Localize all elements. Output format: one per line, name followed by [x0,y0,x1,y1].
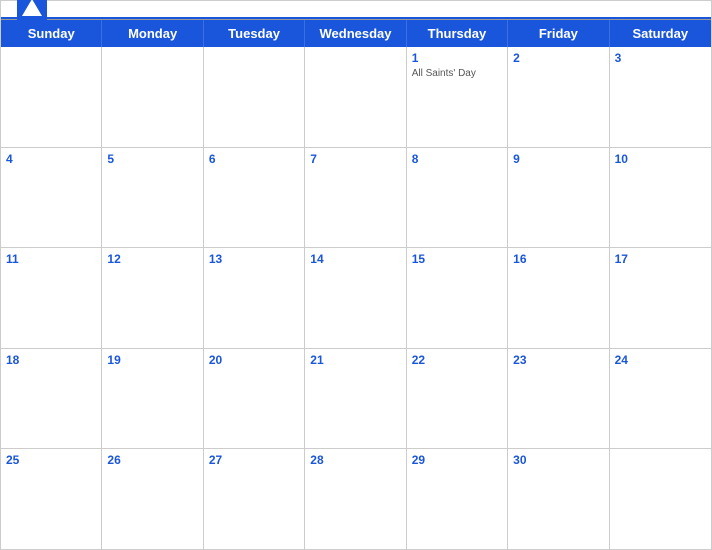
day-number: 27 [209,452,299,469]
day-cell: 12 [102,248,203,348]
day-cell [204,47,305,147]
week-row-1: 1All Saints' Day 23 [1,47,711,148]
day-cell: 26 [102,449,203,549]
day-number: 6 [209,151,299,168]
logo [17,0,50,24]
day-cell: 3 [610,47,711,147]
day-number: 29 [412,452,502,469]
week-row-2: 456789 10 [1,148,711,249]
week-row-5: 25 26 27 28 29 30 [1,449,711,549]
calendar-header [1,1,711,17]
day-cell: 17 [610,248,711,348]
day-cell: 28 [305,449,406,549]
day-number: 28 [310,452,400,469]
day-number: 24 [615,352,706,369]
day-cell [102,47,203,147]
day-number: 11 [6,251,96,268]
day-number: 18 [6,352,96,369]
week-row-4: 18 19 20 21 22 23 24 [1,349,711,450]
day-cell: 11 [1,248,102,348]
day-cell: 25 [1,449,102,549]
day-event: All Saints' Day [412,68,502,79]
day-number: 23 [513,352,603,369]
day-cell: 22 [407,349,508,449]
day-header-sunday: Sunday [1,20,102,47]
day-cell: 5 [102,148,203,248]
day-cell: 21 [305,349,406,449]
day-number: 26 [107,452,197,469]
day-number: 15 [412,251,502,268]
day-cell: 2 [508,47,609,147]
day-cell [1,47,102,147]
day-number: 1 [412,50,502,67]
day-number: 7 [310,151,400,168]
logo-icon [17,0,47,24]
day-number: 12 [107,251,197,268]
day-header-wednesday: Wednesday [305,20,406,47]
day-cell: 18 [1,349,102,449]
day-number: 13 [209,251,299,268]
day-number: 9 [513,151,603,168]
day-number: 4 [6,151,96,168]
day-number: 8 [412,151,502,168]
calendar-grid: SundayMondayTuesdayWednesdayThursdayFrid… [1,19,711,549]
day-number: 10 [615,151,706,168]
day-cell: 8 [407,148,508,248]
day-cell: 16 [508,248,609,348]
day-cell: 7 [305,148,406,248]
day-cell [610,449,711,549]
day-cell: 10 [610,148,711,248]
weeks-container: 1All Saints' Day234567891011121314151617… [1,47,711,549]
day-cell: 6 [204,148,305,248]
day-number: 3 [615,50,706,67]
day-header-tuesday: Tuesday [204,20,305,47]
day-number: 19 [107,352,197,369]
day-number: 20 [209,352,299,369]
day-number: 22 [412,352,502,369]
day-cell: 9 [508,148,609,248]
day-header-friday: Friday [508,20,609,47]
day-cell [305,47,406,147]
day-number: 14 [310,251,400,268]
day-cell: 30 [508,449,609,549]
day-number: 2 [513,50,603,67]
day-number: 5 [107,151,197,168]
week-row-3: 11 12 13 14 15 16 17 [1,248,711,349]
day-headers-row: SundayMondayTuesdayWednesdayThursdayFrid… [1,20,711,47]
day-cell: 1All Saints' Day [407,47,508,147]
day-cell: 23 [508,349,609,449]
day-cell: 24 [610,349,711,449]
day-cell: 20 [204,349,305,449]
day-cell: 27 [204,449,305,549]
day-number: 25 [6,452,96,469]
day-cell: 29 [407,449,508,549]
day-cell: 14 [305,248,406,348]
day-number: 21 [310,352,400,369]
day-cell: 13 [204,248,305,348]
day-header-thursday: Thursday [407,20,508,47]
calendar-container: SundayMondayTuesdayWednesdayThursdayFrid… [0,0,712,550]
day-header-monday: Monday [102,20,203,47]
day-number: 30 [513,452,603,469]
day-cell: 19 [102,349,203,449]
day-number: 16 [513,251,603,268]
day-cell: 15 [407,248,508,348]
day-header-saturday: Saturday [610,20,711,47]
day-cell: 4 [1,148,102,248]
day-number: 17 [615,251,706,268]
